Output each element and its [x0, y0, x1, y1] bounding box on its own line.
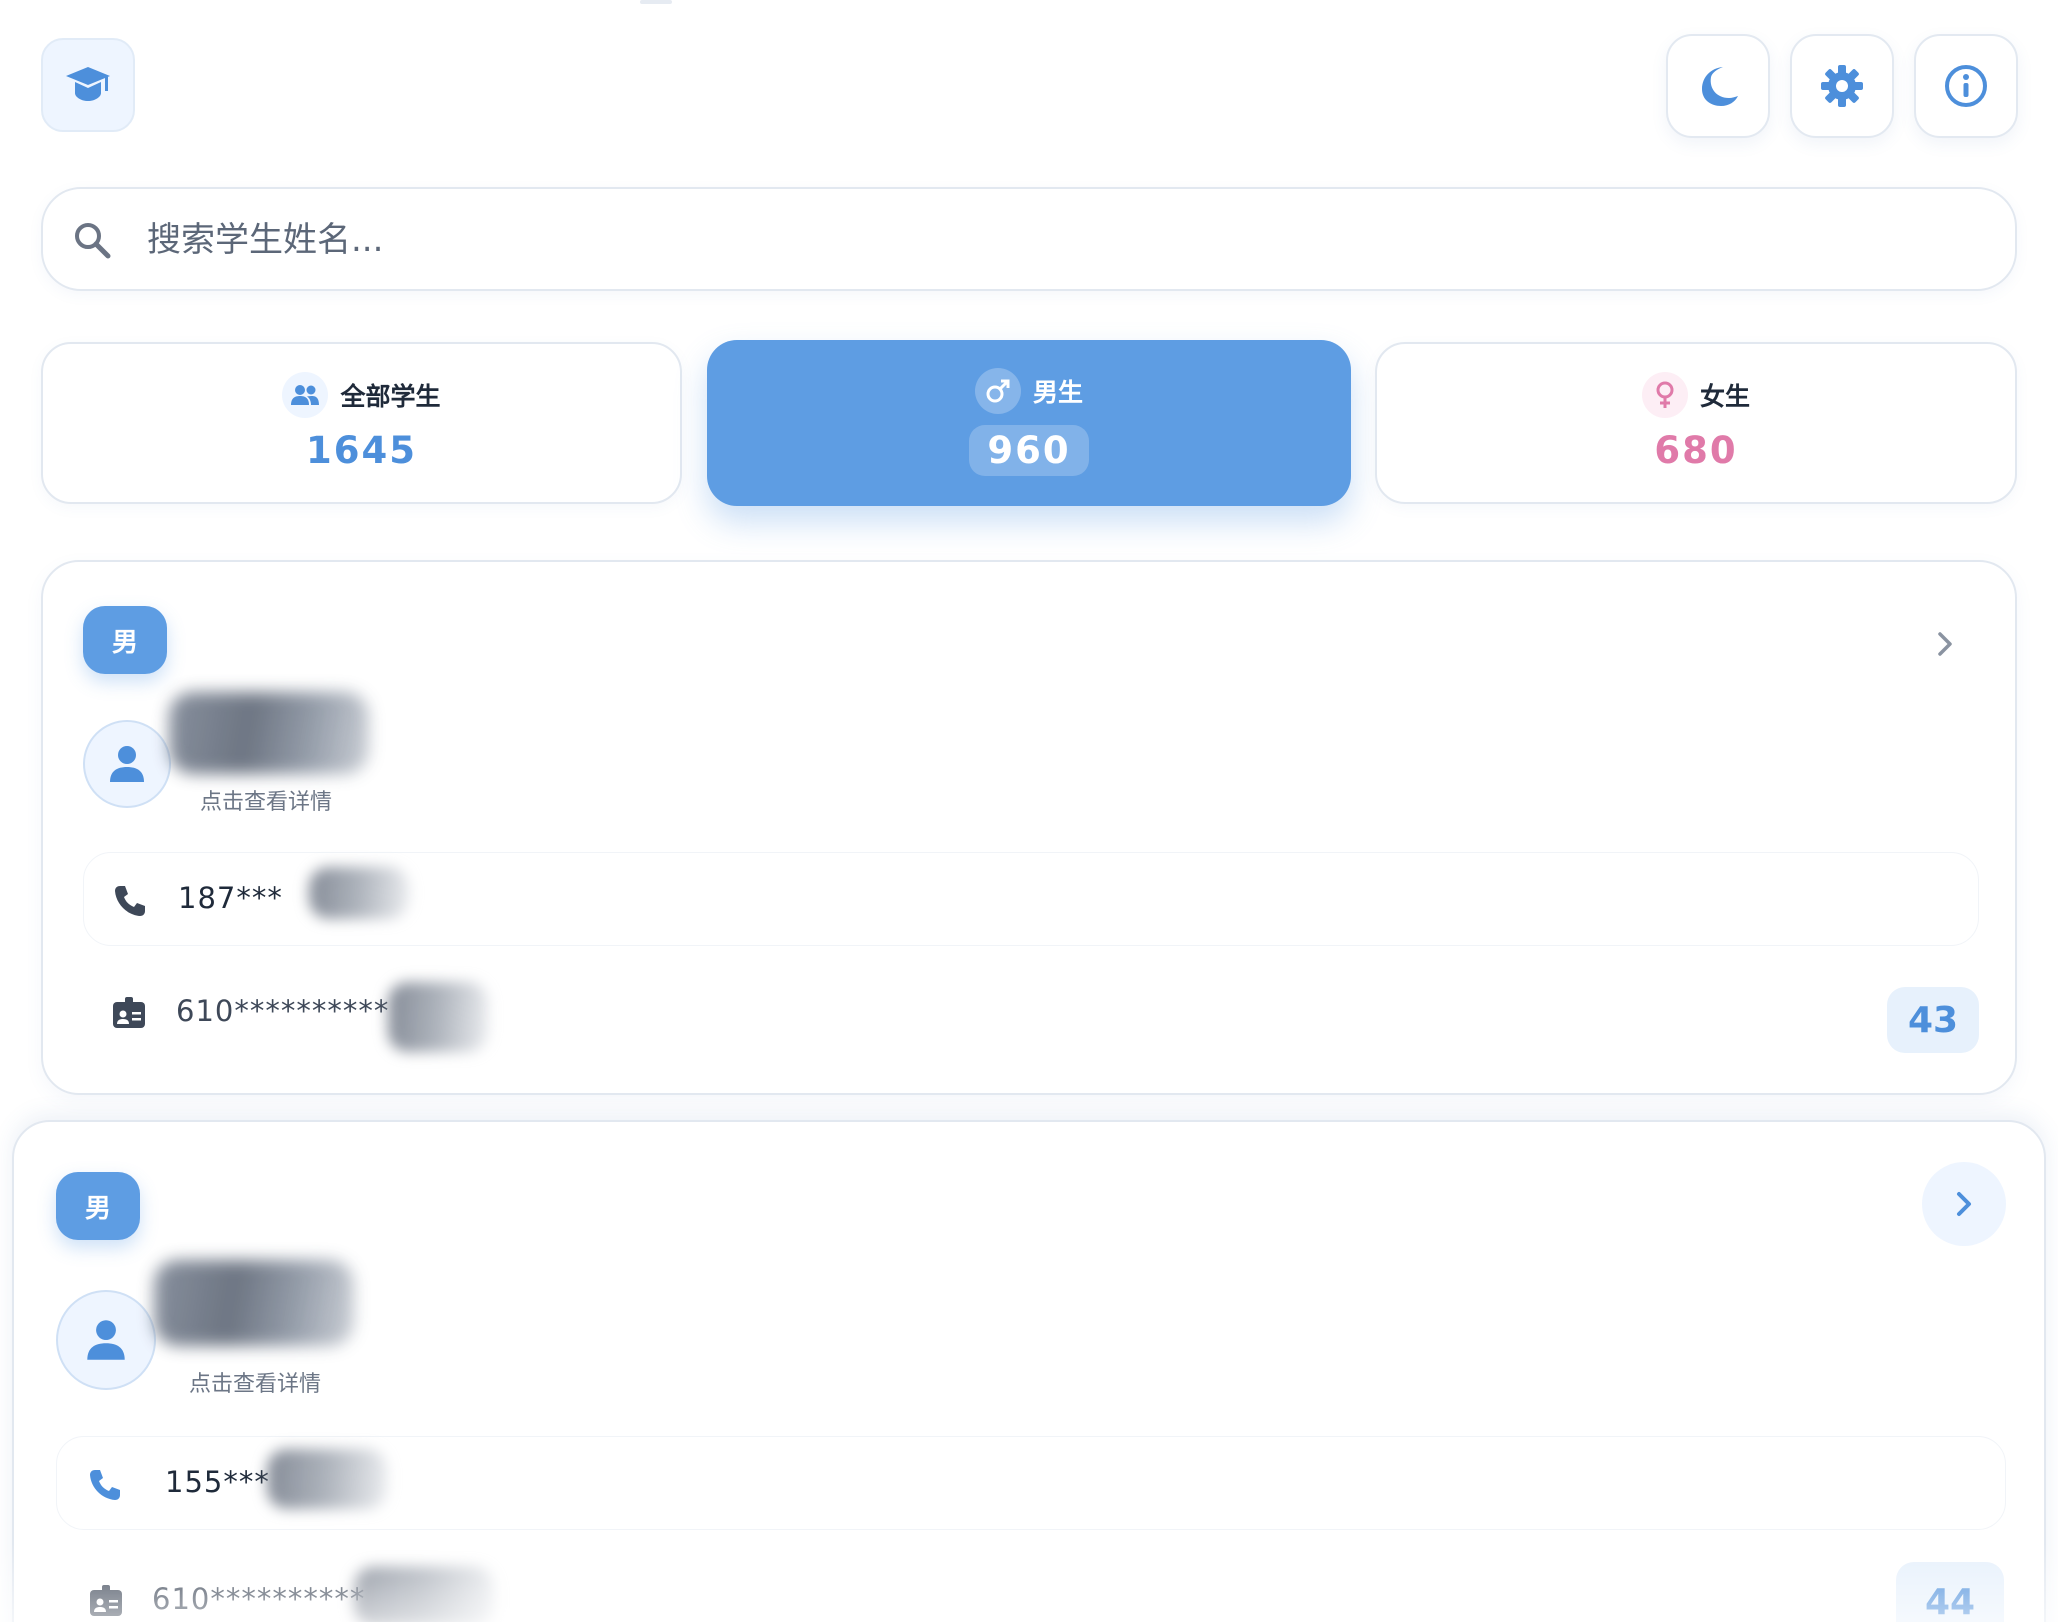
- chevron-right-button[interactable]: [1922, 1162, 2006, 1246]
- gender-badge: 男: [56, 1172, 140, 1240]
- settings-button[interactable]: [1790, 34, 1894, 138]
- stat-label-male: 男生: [1032, 378, 1083, 407]
- stat-label-all: 全部学生: [340, 382, 441, 411]
- male-symbol-icon: [974, 368, 1021, 414]
- user-icon: [110, 746, 144, 782]
- avatar: [56, 1290, 156, 1390]
- phone-number: 155***: [165, 1465, 270, 1499]
- phone-number: 187***: [178, 881, 283, 915]
- student-card[interactable]: 男 点击查看详情 155*** 610********** 44: [12, 1120, 2046, 1622]
- redacted-name: [169, 692, 369, 774]
- gender-badge: 男: [83, 606, 167, 674]
- app-logo: [41, 38, 135, 132]
- moon-icon: [1702, 67, 1738, 106]
- student-card[interactable]: 男 点击查看详情 187*** 610********** 43: [41, 560, 2017, 1095]
- phone-row[interactable]: 155***: [56, 1436, 2006, 1530]
- chevron-right-icon[interactable]: [1923, 622, 1967, 666]
- redacted-id: [354, 1567, 494, 1622]
- detail-hint: 点击查看详情: [200, 790, 333, 815]
- stat-value-male: 960: [969, 425, 1089, 476]
- redacted-phone: [309, 867, 409, 919]
- id-number: 610**********: [152, 1582, 366, 1616]
- age-badge: 44: [1896, 1562, 2004, 1622]
- info-icon: [1945, 65, 1987, 107]
- age-badge: 43: [1887, 987, 1979, 1053]
- stat-value-all: 1645: [306, 429, 417, 472]
- search-icon: [75, 223, 111, 259]
- stat-value-male-wrap: 960: [707, 425, 1351, 476]
- gear-icon: [1821, 65, 1863, 107]
- stat-card-male[interactable]: 男生 960: [707, 340, 1351, 506]
- redacted-phone: [267, 1449, 387, 1509]
- users-icon: [282, 372, 329, 418]
- stat-card-all[interactable]: 全部学生 1645: [41, 342, 682, 504]
- redacted-id: [388, 982, 488, 1052]
- search-bar[interactable]: [41, 187, 2017, 291]
- phone-row[interactable]: 187***: [83, 852, 1979, 946]
- phone-icon: [90, 1470, 120, 1500]
- chevron-right-icon: [1957, 1192, 1971, 1216]
- id-number: 610**********: [176, 994, 390, 1028]
- id-card-icon: [113, 997, 145, 1028]
- user-icon: [87, 1320, 125, 1360]
- stat-value-female: 680: [1654, 429, 1738, 472]
- graduation-cap-icon: [66, 67, 110, 101]
- theme-toggle-button[interactable]: [1666, 34, 1770, 138]
- id-card-icon: [90, 1585, 122, 1616]
- phone-icon: [115, 886, 145, 916]
- redacted-name: [154, 1260, 354, 1346]
- info-button[interactable]: [1914, 34, 2018, 138]
- female-symbol-icon: [1641, 372, 1688, 418]
- stat-card-female[interactable]: 女生 680: [1375, 342, 2017, 504]
- stat-label-female: 女生: [1699, 382, 1750, 411]
- search-input[interactable]: [147, 213, 1947, 267]
- top-drag-indicator: [640, 0, 672, 4]
- avatar: [83, 720, 171, 808]
- detail-hint: 点击查看详情: [189, 1372, 322, 1397]
